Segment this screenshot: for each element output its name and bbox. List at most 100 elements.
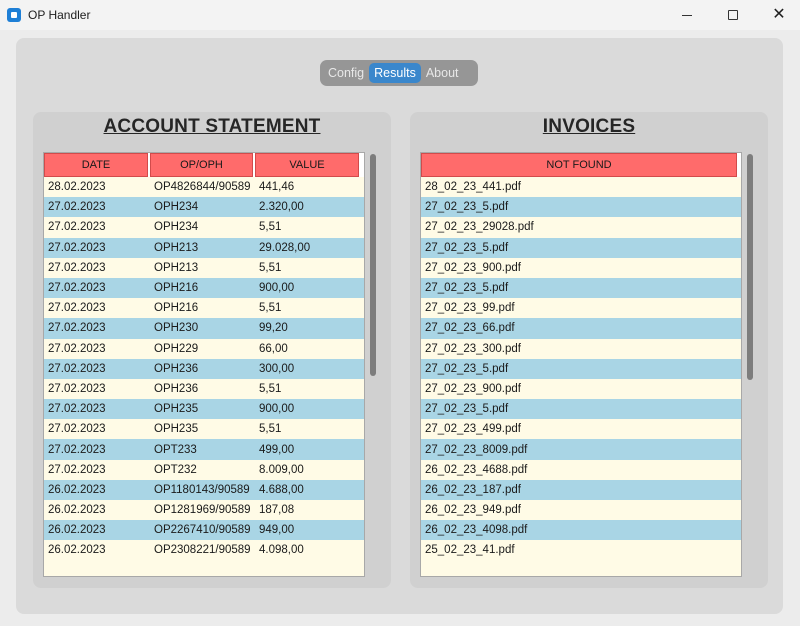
table-body: 28_02_23_441.pdf 27_02_23_5.pdf 27_02_23_2… (421, 177, 741, 561)
cell-filename: 26_02_23_949.pdf (425, 504, 521, 517)
table-row[interactable]: 27.02.2023 OPH236 300,00 (44, 358, 364, 379)
cell-filename: 27_02_23_499.pdf (425, 423, 521, 436)
cell-date: 27.02.2023 (48, 362, 106, 375)
table-row[interactable]: 27.02.2023 OPH229 66,00 (44, 338, 364, 359)
table-row[interactable]: 26.02.2023 OP2308221/90589 4.098,00 (44, 540, 364, 561)
table-row[interactable]: 27.02.2023 OPT233 499,00 (44, 439, 364, 460)
statement-scroll-thumb[interactable] (370, 154, 376, 376)
list-item[interactable]: 26_02_23_949.pdf (421, 500, 741, 521)
cell-filename: 27_02_23_29028.pdf (425, 221, 534, 234)
cell-date: 28.02.2023 (48, 181, 106, 194)
cell-value: 187,08 (259, 504, 295, 517)
list-item[interactable]: 27_02_23_5.pdf (421, 197, 741, 218)
app-window-icon (7, 8, 21, 22)
list-item[interactable]: 28_02_23_441.pdf (421, 177, 741, 198)
cell-filename: 26_02_23_4688.pdf (425, 463, 528, 476)
list-item[interactable]: 26_02_23_4688.pdf (421, 459, 741, 480)
cell-date: 26.02.2023 (48, 544, 106, 557)
tab-bar: Config Results About (320, 60, 478, 86)
maximize-button[interactable] (710, 0, 756, 30)
table-row[interactable]: 26.02.2023 OP1281969/90589 187,08 (44, 500, 364, 521)
list-item[interactable]: 26_02_23_187.pdf (421, 479, 741, 500)
table-row[interactable]: 27.02.2023 OPH230 99,20 (44, 318, 364, 339)
column-header-date[interactable]: DATE (44, 153, 148, 177)
minimize-button[interactable] (664, 0, 710, 30)
table-row[interactable]: 27.02.2023 OPT232 8.009,00 (44, 459, 364, 480)
tab-results[interactable]: Results (369, 63, 421, 83)
cell-value: 300,00 (259, 362, 295, 375)
tab-config[interactable]: Config (323, 63, 369, 83)
table-row[interactable]: 26.02.2023 OP1180143/90589 4.688,00 (44, 479, 364, 500)
window-title: OP Handler (28, 8, 91, 22)
cell-op: OP2267410/90589 (154, 524, 251, 537)
table-row[interactable]: 27.02.2023 OPH235 5,51 (44, 419, 364, 440)
cell-filename: 27_02_23_5.pdf (425, 403, 509, 416)
close-button[interactable]: ✕ (756, 0, 800, 30)
cell-value: 5,51 (259, 302, 282, 315)
table-row[interactable]: 27.02.2023 OPH234 5,51 (44, 217, 364, 238)
cell-date: 27.02.2023 (48, 403, 106, 416)
cell-filename: 27_02_23_66.pdf (425, 322, 515, 335)
cell-date: 27.02.2023 (48, 322, 106, 335)
tab-about[interactable]: About (421, 63, 464, 83)
table-row[interactable]: 27.02.2023 OPH236 5,51 (44, 378, 364, 400)
cell-value: 441,46 (259, 181, 295, 194)
cell-op: OPH234 (154, 201, 199, 214)
list-item[interactable]: 27_02_23_66.pdf (421, 318, 741, 339)
list-item[interactable]: 27_02_23_5.pdf (421, 277, 741, 299)
column-header-value[interactable]: VALUE (255, 153, 359, 177)
cell-date: 27.02.2023 (48, 282, 106, 295)
table-row[interactable]: 28.02.2023 OP4826844/90589 441,46 (44, 177, 364, 198)
list-item[interactable]: 27_02_23_5.pdf (421, 399, 741, 420)
cell-date: 27.02.2023 (48, 302, 106, 315)
cell-filename: 27_02_23_900.pdf (425, 261, 521, 274)
list-item[interactable]: 27_02_23_499.pdf (421, 419, 741, 440)
statement-scrollbar[interactable] (367, 152, 378, 577)
list-item[interactable]: 27_02_23_900.pdf (421, 378, 741, 400)
cell-filename: 26_02_23_4098.pdf (425, 524, 528, 537)
list-item[interactable]: 26_02_23_4098.pdf (421, 520, 741, 541)
cell-value: 29.028,00 (259, 241, 311, 254)
invoices-scroll-thumb[interactable] (747, 154, 753, 380)
table-row[interactable]: 27.02.2023 OPH234 2.320,00 (44, 197, 364, 218)
table-row[interactable]: 27.02.2023 OPH216 900,00 (44, 277, 364, 299)
table-row[interactable]: 27.02.2023 OPH213 5,51 (44, 257, 364, 278)
list-item[interactable]: 27_02_23_29028.pdf (421, 217, 741, 238)
invoices-scrollbar[interactable] (744, 152, 755, 577)
cell-filename: 27_02_23_5.pdf (425, 282, 509, 295)
list-item[interactable]: 27_02_23_300.pdf (421, 338, 741, 359)
list-item[interactable]: 27_02_23_5.pdf (421, 237, 741, 258)
invoices-table[interactable]: NOT FOUND 28_02_23_441.pdf 27_02_23_5.pdf… (420, 152, 742, 577)
cell-date: 27.02.2023 (48, 221, 106, 234)
cell-filename: 27_02_23_900.pdf (425, 382, 521, 395)
column-header-not-found[interactable]: NOT FOUND (421, 153, 737, 177)
list-item[interactable]: 27_02_23_8009.pdf (421, 439, 741, 460)
table-row[interactable]: 27.02.2023 OPH235 900,00 (44, 399, 364, 420)
cell-op: OP1180143/90589 (154, 483, 250, 496)
cell-date: 26.02.2023 (48, 483, 106, 496)
account-statement-table[interactable]: DATE OP/OPH VALUE 28.02.2023 OP4826844/90… (43, 152, 365, 577)
list-item[interactable]: 25_02_23_41.pdf (421, 540, 741, 561)
cell-value: 4.098,00 (259, 544, 304, 557)
table-row[interactable]: 27.02.2023 OPH216 5,51 (44, 298, 364, 319)
cell-value: 5,51 (259, 382, 282, 395)
close-icon: ✕ (772, 6, 786, 23)
cell-filename: 27_02_23_5.pdf (425, 241, 509, 254)
cell-date: 27.02.2023 (48, 382, 106, 395)
column-header-op[interactable]: OP/OPH (150, 153, 253, 177)
cell-value: 900,00 (259, 403, 295, 416)
list-item[interactable]: 27_02_23_5.pdf (421, 358, 741, 379)
cell-op: OP1281969/90589 (154, 504, 251, 517)
list-item[interactable]: 27_02_23_900.pdf (421, 257, 741, 278)
cell-op: OPH235 (154, 403, 199, 416)
table-row[interactable]: 27.02.2023 OPH213 29.028,00 (44, 237, 364, 258)
cell-op: OPH236 (154, 362, 199, 375)
cell-op: OP2308221/90589 (154, 544, 251, 557)
cell-date: 27.02.2023 (48, 201, 106, 214)
list-item[interactable]: 27_02_23_99.pdf (421, 298, 741, 319)
cell-date: 27.02.2023 (48, 463, 106, 476)
cell-date: 27.02.2023 (48, 261, 106, 274)
cell-value: 949,00 (259, 524, 295, 537)
invoices-panel: INVOICES NOT FOUND 28_02_23_441.pdf 27_02… (410, 112, 768, 588)
table-row[interactable]: 26.02.2023 OP2267410/90589 949,00 (44, 520, 364, 541)
